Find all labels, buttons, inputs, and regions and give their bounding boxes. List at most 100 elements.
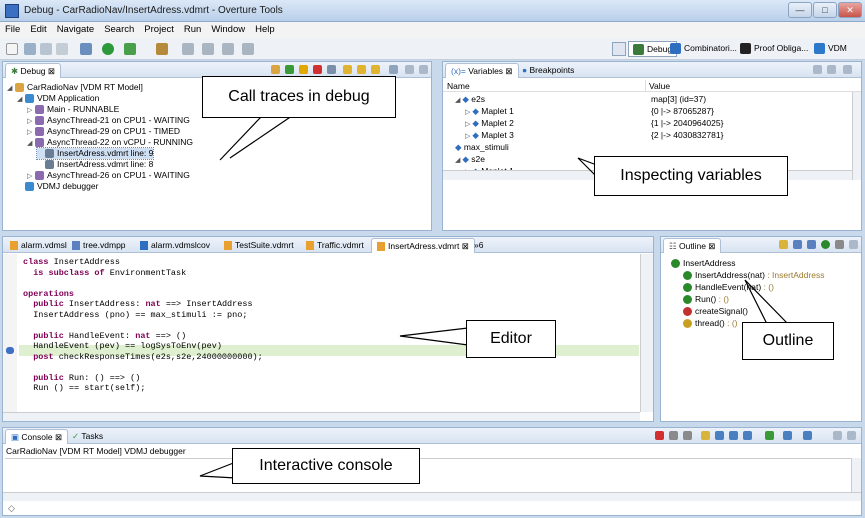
menu-help[interactable]: Help [250,22,280,35]
debug-tree-item[interactable]: ◢ VDM Application [17,93,99,104]
debug-tree-item[interactable]: ▷ AsyncThread-26 on CPU1 - WAITING [27,170,190,181]
perspective-combinatorial[interactable]: Combinatori... [666,41,741,57]
debug-tree-item[interactable]: ▷ AsyncThread-21 on CPU1 - WAITING [27,115,190,126]
scroll-lock-icon[interactable] [715,431,724,440]
run-icon[interactable] [102,43,114,55]
debug-tree-item[interactable]: InsertAdress.vdmrt line: 8 [37,159,153,170]
debug-tree-item[interactable]: VDMJ debugger [17,181,98,192]
minimize-view-icon[interactable] [833,431,842,440]
perspective-proof[interactable]: Proof Obliga... [736,41,812,57]
step-into-icon[interactable] [343,65,352,74]
hide-fields-icon[interactable] [793,240,802,249]
suspend-icon[interactable] [299,65,308,74]
tab-console[interactable]: ▣ Console ⊠ [5,429,69,444]
minimize-view-icon[interactable] [849,240,858,249]
minimize-view-icon[interactable] [843,65,852,74]
view-menu-icon[interactable] [835,240,844,249]
tab-tasks[interactable]: ✓ Tasks [67,429,108,444]
back-icon[interactable] [222,43,234,55]
menu-project[interactable]: Project [139,22,179,35]
menu-run[interactable]: Run [179,22,206,35]
debug-tree-item[interactable]: ▷ Main - RUNNABLE [27,104,119,115]
menu-window[interactable]: Window [206,22,250,35]
outline-item[interactable]: Run() : () [683,294,729,305]
variable-row[interactable]: ▷ ◆ Maplet 1 {0 |-> 87065287} [445,105,850,117]
editor-tab[interactable]: alarm.vdmslcov [135,238,215,253]
remove-launch-icon[interactable] [669,431,678,440]
editor-hscroll[interactable] [3,412,640,421]
tab-outline[interactable]: ☷ Outline ⊠ [663,238,722,253]
save-icon[interactable] [24,43,36,55]
play-icon[interactable] [285,65,294,74]
maximize-view-icon[interactable] [847,431,856,440]
debug-tree-item[interactable]: ◢ AsyncThread-22 on vCPU - RUNNING [27,137,193,148]
close-tab-icon[interactable]: ⊠ [459,241,469,251]
debug-tree-item[interactable]: InsertAdress.vdmrt line: 9 [35,147,155,160]
outline-item[interactable]: InsertAddress [671,258,735,269]
terminate-icon[interactable] [655,431,664,440]
menu-search[interactable]: Search [99,22,139,35]
close-button[interactable]: ✕ [838,2,862,18]
minimize-view-icon[interactable] [405,65,414,74]
editor-tab[interactable]: Traffic.vdmrt [301,238,369,253]
display-console-icon[interactable] [783,431,792,440]
terminate-icon[interactable] [313,65,322,74]
menu-navigate[interactable]: Navigate [52,22,100,35]
expand-arrow-icon[interactable]: ◢ [27,138,35,149]
clear-console-icon[interactable] [701,431,710,440]
outline-item[interactable]: HandleEvent(nat) : () [683,282,774,293]
hide-nonpublic-icon[interactable] [821,240,830,249]
console-vscroll[interactable] [851,458,861,492]
open-console-icon[interactable] [803,431,812,440]
maximize-view-icon[interactable] [419,65,428,74]
new-icon[interactable] [6,43,18,55]
editor-tab[interactable]: TestSuite.vdmrt [219,238,299,253]
variable-row[interactable]: ◢ ◆ e2s map[3] (id=37) [445,93,850,105]
pin-console-icon[interactable] [765,431,774,440]
debug-run-icon[interactable] [80,43,92,55]
editor-tab[interactable]: »6 [469,238,488,253]
coverage-icon[interactable] [124,43,136,55]
tab-breakpoints[interactable]: ● Breakpoints [517,63,579,78]
debug-tree-item[interactable]: ▷ AsyncThread-29 on CPU1 - TIMED [27,126,180,137]
view-menu-icon[interactable] [389,65,398,74]
variable-row[interactable]: ▷ ◆ Maplet 2 {1 |-> 2040964025} [445,117,850,129]
hide-static-icon[interactable] [807,240,816,249]
expand-arrow-icon[interactable]: ◢ [7,83,15,94]
editor-vscroll[interactable] [640,254,653,412]
remove-all-icon[interactable] [683,431,692,440]
show-on-output-icon[interactable] [743,431,752,440]
tab-variables[interactable]: (x)= Variables ⊠ [445,63,519,78]
menu-edit[interactable]: Edit [25,22,51,35]
variable-row[interactable]: ◆ max_stimuli [445,141,850,153]
prev-annotation-icon[interactable] [202,43,214,55]
outline-item[interactable]: createSignal() [683,306,748,317]
perspective-vdm[interactable]: VDM [810,41,851,57]
editor-tab[interactable]: alarm.vdmsl [5,238,72,253]
disconnect-icon[interactable] [327,65,336,74]
debug-tree-item[interactable]: ◢ CarRadioNav [VDM RT Model] [7,82,143,93]
forward-icon[interactable] [242,43,254,55]
editor-tab[interactable]: InsertAdress.vdmrt ⊠ [371,238,475,253]
expand-arrow-icon[interactable]: ◢ [17,94,25,105]
next-annotation-icon[interactable] [182,43,194,55]
minimize-button[interactable]: — [788,2,812,18]
console-hscroll[interactable] [3,492,861,501]
step-return-icon[interactable] [371,65,380,74]
resume-icon[interactable] [271,65,280,74]
tab-debug[interactable]: ✱ Debug ⊠ [5,63,62,78]
step-over-icon[interactable] [357,65,366,74]
variable-row[interactable]: ▷ ◆ Maplet 3 {2 |-> 4030832781} [445,129,850,141]
outline-item[interactable]: thread() : () [683,318,738,329]
print-icon[interactable] [56,43,68,55]
variables-vscroll[interactable] [852,92,861,180]
menu-file[interactable]: File [0,22,25,35]
word-wrap-icon[interactable] [729,431,738,440]
annotation-icon[interactable] [156,43,168,55]
collapse-all-icon[interactable] [813,65,822,74]
console-output[interactable] [5,458,851,492]
outline-item[interactable]: InsertAddress(nat) : InsertAddress [683,270,824,281]
open-perspective-icon[interactable] [612,42,626,56]
sort-icon[interactable] [779,240,788,249]
view-menu-icon[interactable] [827,65,836,74]
